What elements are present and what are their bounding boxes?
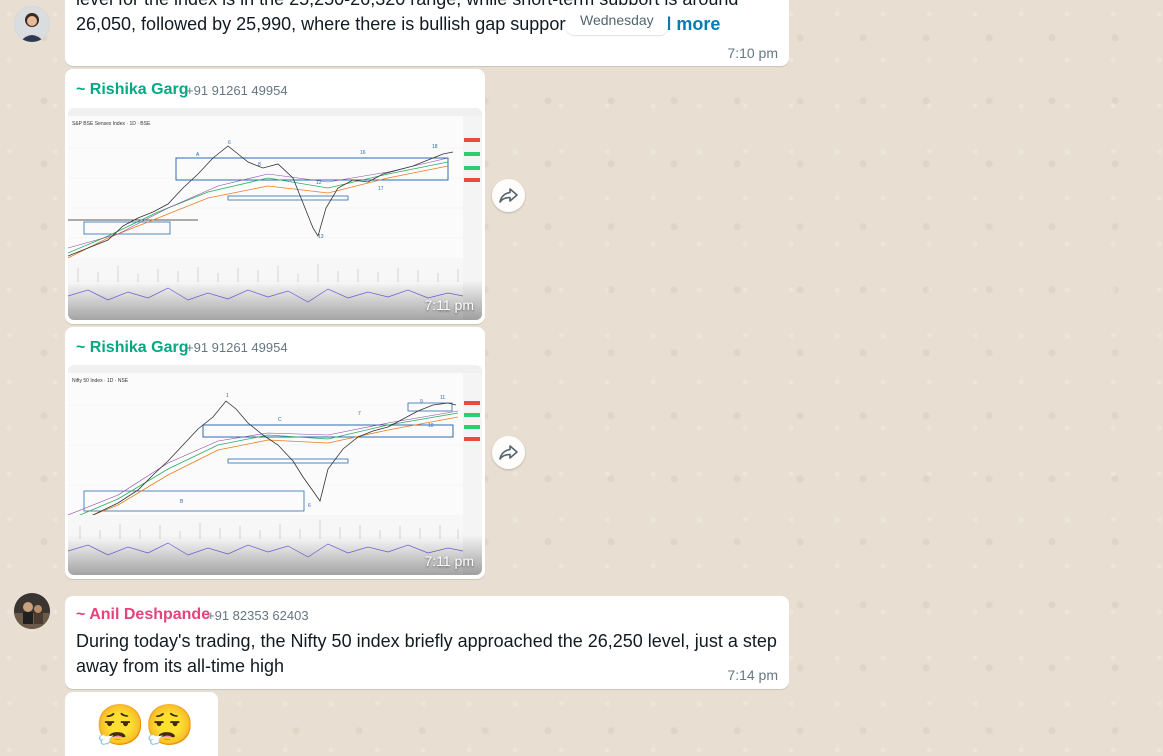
forward-icon	[498, 187, 518, 203]
message-time: 7:14 pm	[727, 667, 778, 683]
svg-text:16: 16	[360, 150, 366, 156]
message-text: level for the index is in the 25,250-26,…	[76, 0, 776, 37]
chart-image-nifty[interactable]: Nifty 50 Index · 1D · NSE 1CB6 791110	[68, 365, 482, 575]
chart-title: S&P BSE Sensex Index · 1D · BSE	[72, 121, 151, 127]
svg-text:C: C	[278, 417, 282, 423]
forward-button-2[interactable]	[492, 436, 525, 469]
svg-text:10: 10	[428, 423, 434, 429]
svg-text:17: 17	[378, 186, 384, 192]
sender-phone: +91 91261 49954	[186, 340, 288, 355]
message-text-line-2: 26,050, followed by 25,990, where there …	[76, 14, 628, 34]
message-bubble-2[interactable]: ~ Rishika Garg +91 91261 49954 S&P BSE S…	[65, 69, 485, 324]
avatar-top[interactable]	[14, 6, 50, 42]
message-text-line-1: During today's trading, the Nifty 50 ind…	[76, 631, 777, 651]
chart-title: Nifty 50 Index · 1D · NSE	[72, 378, 129, 384]
sender-name[interactable]: ~ Rishika Garg	[76, 339, 189, 357]
message-time: 7:10 pm	[727, 45, 778, 61]
forward-icon	[498, 444, 518, 460]
svg-text:6: 6	[308, 503, 311, 509]
svg-text:1: 1	[226, 393, 229, 399]
sender-name[interactable]: ~ Rishika Garg	[76, 81, 189, 99]
svg-text:18: 18	[432, 144, 438, 150]
image-gradient	[68, 535, 482, 575]
svg-text:11: 11	[440, 395, 445, 401]
svg-text:9: 9	[420, 399, 423, 405]
message-bubble-3[interactable]: ~ Rishika Garg +91 91261 49954 Nifty 50 …	[65, 327, 485, 579]
message-bubble-1[interactable]: level for the index is in the 25,250-26,…	[65, 0, 789, 66]
message-text-line-1: level for the index is in the 25,250-26,…	[76, 0, 776, 12]
message-text-line-2: away from its all-time high	[76, 656, 285, 676]
svg-text:13: 13	[318, 234, 324, 240]
message-bubble-4[interactable]: ~ Anil Deshpande +91 82353 62403 During …	[65, 596, 789, 689]
image-gradient	[68, 280, 482, 320]
sender-phone: +91 82353 62403	[207, 608, 309, 623]
message-bubble-5[interactable]: 😮‍💨😮‍💨	[65, 692, 218, 756]
image-time: 7:11 pm	[424, 553, 474, 569]
svg-text:12: 12	[316, 180, 322, 186]
chart-image-sensex[interactable]: S&P BSE Sensex Index · 1D · BSE A 6 8 12 16…	[68, 108, 482, 320]
image-time: 7:11 pm	[424, 297, 474, 313]
sender-name[interactable]: ~ Anil Deshpande	[76, 606, 210, 624]
svg-text:7: 7	[358, 411, 361, 417]
avatar-anil[interactable]	[14, 593, 50, 629]
emoji-message: 😮‍💨😮‍💨	[95, 704, 195, 748]
svg-text:8: 8	[258, 162, 261, 168]
forward-button-1[interactable]	[492, 179, 525, 212]
svg-text:6: 6	[228, 140, 231, 146]
sender-phone: +91 91261 49954	[186, 83, 288, 98]
date-pill: Wednesday	[566, 5, 668, 35]
message-text: During today's trading, the Nifty 50 ind…	[76, 629, 781, 679]
